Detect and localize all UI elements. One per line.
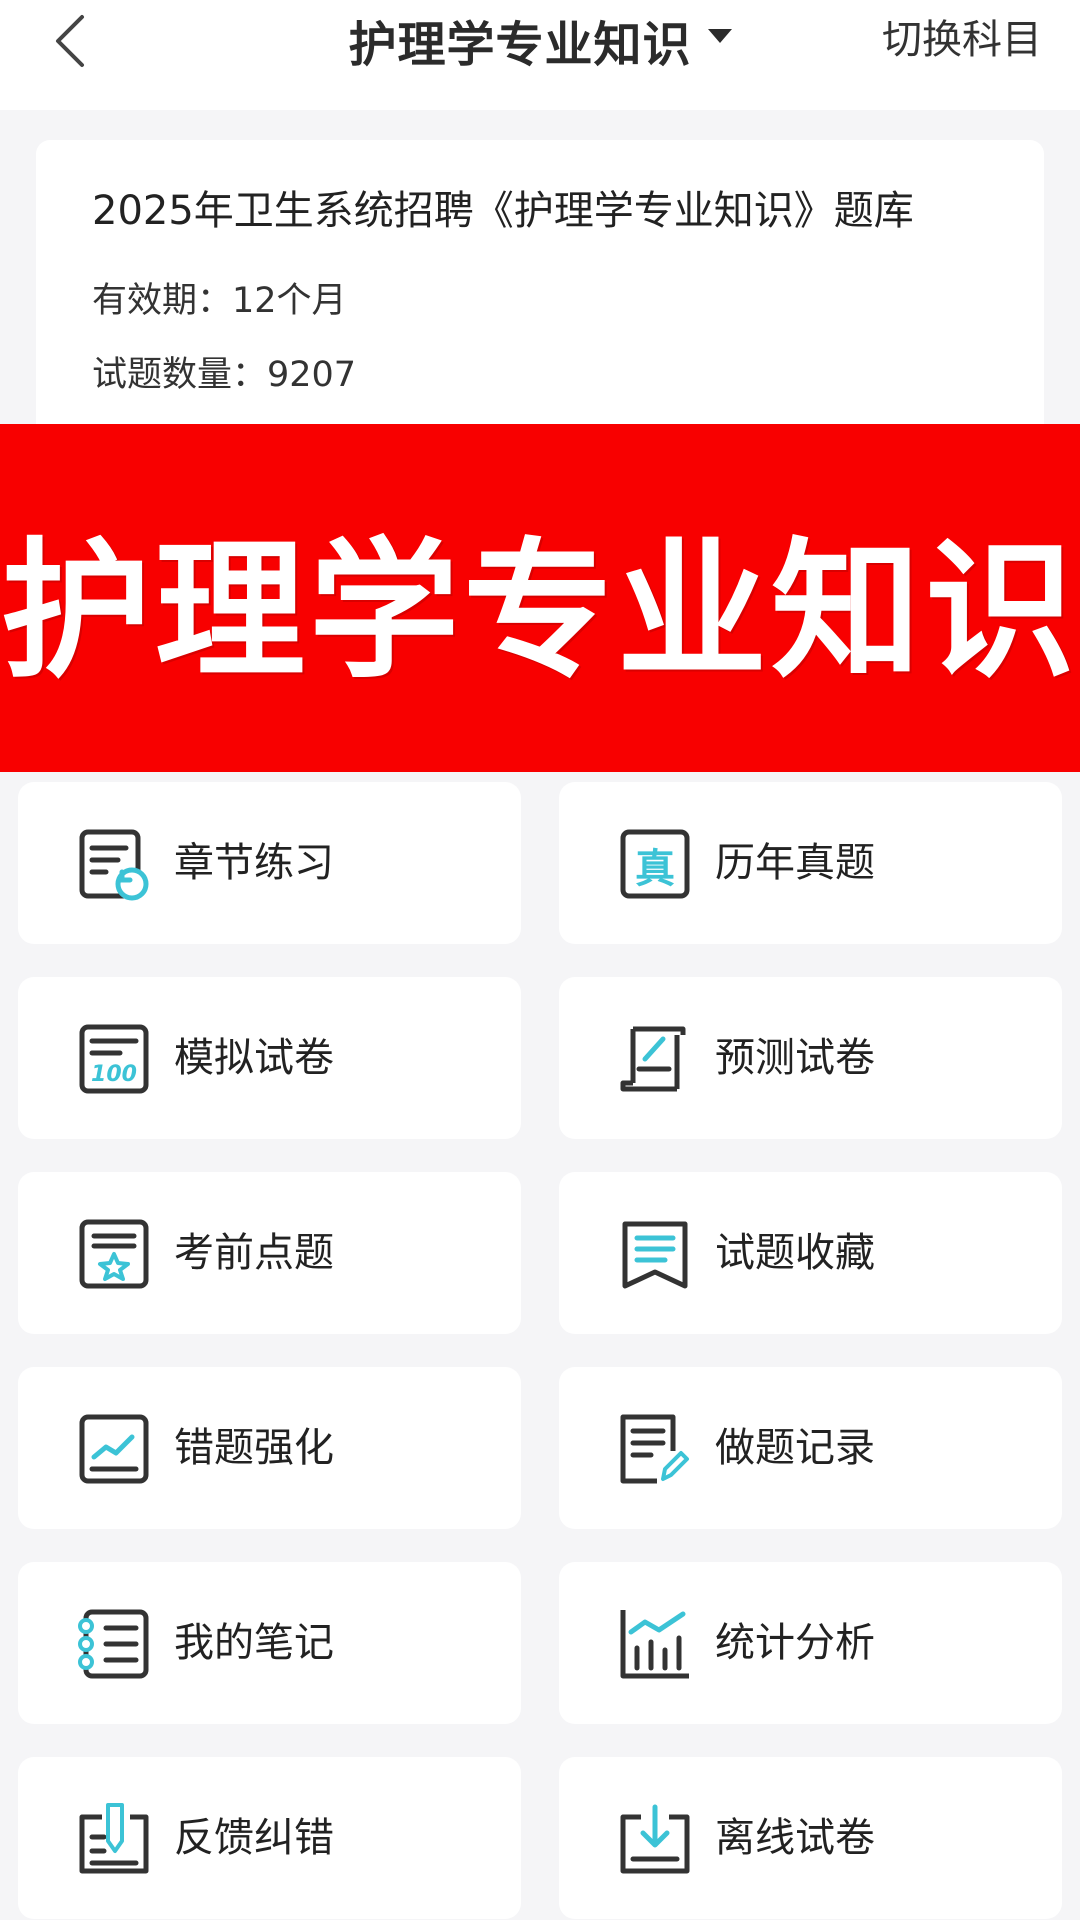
download-icon [620,1804,690,1874]
back-button[interactable] [40,6,100,76]
question-bank-title: 2025年卫生系统招聘《护理学专业知识》题库 [92,188,914,234]
top-bar: 护理学专业知识 切换科目 [0,0,1080,110]
svg-text:100: 100 [91,1062,137,1087]
menu-item-wrong-questions[interactable]: 错题强化 [18,1367,521,1529]
menu-label: 考前点题 [174,1230,334,1276]
banner-text: 护理学专业知识 [0,524,1079,699]
wrong-question-chart-icon [79,1414,149,1484]
past-exam-icon: 真 [620,829,690,899]
menu-item-statistics[interactable]: 统计分析 [559,1562,1062,1724]
menu-label: 错题强化 [174,1425,334,1471]
record-edit-icon [620,1414,689,1484]
prediction-paper-icon [620,1026,686,1092]
caret-down-icon[interactable] [707,29,732,43]
subject-banner: 护理学专业知识 [0,424,1080,772]
mock-paper-icon: 100 [79,1024,149,1094]
menu-label: 预测试卷 [715,1035,875,1081]
menu-label: 章节练习 [174,840,334,886]
menu-item-feedback[interactable]: 反馈纠错 [18,1757,521,1919]
question-bank-info-card: 2025年卫生系统招聘《护理学专业知识》题库 有效期：12个月 试题数量：920… [36,140,1044,440]
menu-label: 试题收藏 [715,1230,875,1276]
chapter-practice-icon [79,829,149,901]
switch-subject-button[interactable]: 切换科目 [882,10,1042,70]
bookmark-icon [622,1221,688,1289]
menu-item-favorites[interactable]: 试题收藏 [559,1172,1062,1334]
validity-period: 有效期：12个月 [92,281,347,321]
menu-label: 离线试卷 [715,1815,875,1861]
page-title[interactable]: 护理学专业知识 [348,5,691,75]
pre-exam-star-icon [79,1219,149,1289]
menu-item-practice-record[interactable]: 做题记录 [559,1367,1062,1529]
menu-label: 历年真题 [715,840,875,886]
menu-item-my-notes[interactable]: 我的笔记 [18,1562,521,1724]
menu-label: 模拟试卷 [174,1035,334,1081]
menu-item-mock-paper[interactable]: 100 模拟试卷 [18,977,521,1139]
menu-item-chapter-practice[interactable]: 章节练习 [18,782,521,944]
question-count: 试题数量：9207 [92,355,357,395]
menu-label: 做题记录 [715,1425,875,1471]
menu-label: 统计分析 [715,1620,875,1666]
chevron-left-icon [56,15,84,67]
menu-label: 反馈纠错 [174,1815,334,1861]
svg-text:真: 真 [635,846,675,892]
statistics-icon [620,1610,689,1679]
menu-item-pre-exam-points[interactable]: 考前点题 [18,1172,521,1334]
menu-label: 我的笔记 [174,1620,334,1666]
feedback-pen-icon [79,1803,149,1874]
menu-item-offline-papers[interactable]: 离线试卷 [559,1757,1062,1919]
menu-item-prediction-paper[interactable]: 预测试卷 [559,977,1062,1139]
notebook-icon [78,1609,149,1679]
menu-item-past-exams[interactable]: 真 历年真题 [559,782,1062,944]
